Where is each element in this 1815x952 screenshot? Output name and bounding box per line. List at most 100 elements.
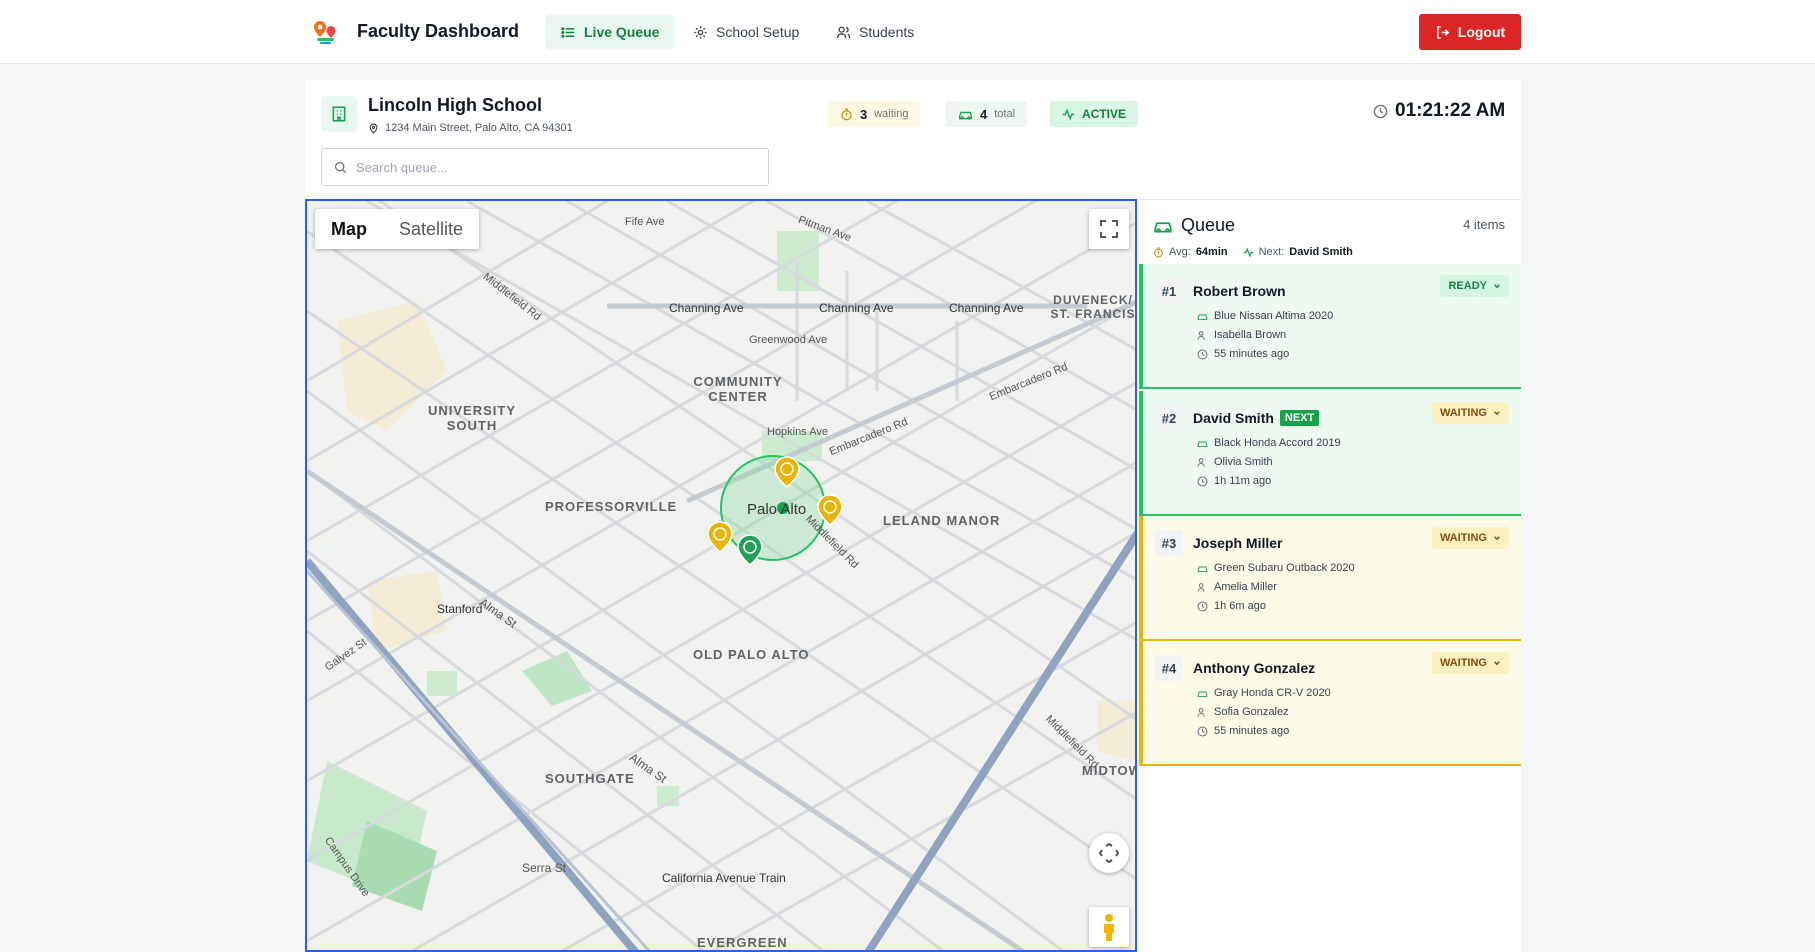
car-icon xyxy=(1197,565,1208,572)
street-view-button[interactable] xyxy=(1089,907,1129,947)
tab-label: Students xyxy=(859,24,915,40)
queue-item[interactable]: #2 David Smith NEXT WAITING Black Honda A… xyxy=(1139,391,1521,516)
app-title: Faculty Dashboard xyxy=(357,21,520,41)
vehicle-line: Green Subaru Outback 2020 xyxy=(1197,562,1355,574)
clock-time: 01:21:22 AM xyxy=(1395,100,1506,121)
users-icon xyxy=(1197,330,1205,340)
queue-meta: Avg: 64min Next: David Smith xyxy=(1153,246,1353,258)
time-line: 55 minutes ago xyxy=(1197,725,1289,737)
logout-label: Logout xyxy=(1457,24,1506,40)
timer-icon xyxy=(841,108,852,120)
map-label-serra: Serra St xyxy=(522,861,567,875)
map-label-university-south: UNIVERSITY SOUTH xyxy=(427,403,516,433)
student-line: Amelia Miller xyxy=(1197,581,1277,593)
map-label-channing-1: Channing Ave xyxy=(669,301,744,315)
chevron-down-icon xyxy=(1494,661,1500,666)
map-type-satellite[interactable]: Satellite xyxy=(383,209,479,249)
search-icon xyxy=(334,161,347,173)
gear-icon xyxy=(694,25,707,39)
location-logo-icon xyxy=(314,21,336,44)
status-badge: ACTIVE xyxy=(1050,101,1139,127)
map-type-control: Map Satellite xyxy=(315,209,480,249)
status-dropdown[interactable]: READY xyxy=(1440,275,1509,297)
users-icon xyxy=(1197,457,1205,467)
waiting-label: waiting xyxy=(874,108,909,120)
queue-position: #3 xyxy=(1155,530,1183,556)
chevron-down-icon xyxy=(1494,411,1500,416)
tab-label: School Setup xyxy=(716,24,800,40)
time-text: 55 minutes ago xyxy=(1214,348,1290,360)
chevron-down-icon xyxy=(1494,536,1500,541)
queue-title-text: Queue xyxy=(1181,215,1236,235)
recenter-button[interactable] xyxy=(1089,833,1129,873)
clock-icon xyxy=(1373,104,1388,118)
status-dropdown[interactable]: WAITING xyxy=(1431,402,1509,424)
student-text: Isabella Brown xyxy=(1214,329,1287,341)
timer-icon xyxy=(1154,246,1163,258)
car-marker-waiting[interactable] xyxy=(707,521,733,553)
next-label: Next: xyxy=(1258,246,1285,258)
vehicle-text: Blue Nissan Altima 2020 xyxy=(1214,310,1334,322)
users-icon xyxy=(1197,707,1205,717)
tab-live-queue[interactable]: Live Queue xyxy=(545,15,676,49)
activity-icon xyxy=(1062,107,1075,121)
queue-item[interactable]: #4 Anthony Gonzalez WAITING Gray Honda C… xyxy=(1139,641,1521,766)
queue-panel: Queue 4 items Avg: 64min Next: David Smi… xyxy=(1139,199,1521,952)
users-icon xyxy=(1197,582,1205,592)
fullscreen-icon xyxy=(1100,220,1118,238)
car-marker-waiting[interactable] xyxy=(774,456,800,488)
waiting-count: 3 xyxy=(860,106,868,122)
map-type-map[interactable]: Map xyxy=(315,209,383,249)
time-line: 55 minutes ago xyxy=(1197,348,1289,360)
recenter-icon xyxy=(1099,843,1119,863)
student-text: Sofia Gonzalez xyxy=(1214,706,1289,718)
queue-item[interactable]: #3 Joseph Miller WAITING Green Subaru Ou… xyxy=(1139,516,1521,641)
map-label-evergreen: EVERGREEN xyxy=(697,935,788,950)
map-label-fife: Fife Ave xyxy=(625,216,665,228)
queue-position: #4 xyxy=(1155,655,1183,681)
car-icon xyxy=(1197,440,1208,447)
status-text: WAITING xyxy=(1439,657,1487,669)
dashboard-card: Lincoln High School 1234 Main Street, Pa… xyxy=(305,80,1521,952)
status-text: WAITING xyxy=(1439,532,1487,544)
building-icon xyxy=(321,96,357,132)
tab-students[interactable]: Students xyxy=(820,15,930,49)
student-line: Sofia Gonzalez xyxy=(1197,706,1289,718)
map-label-professorville: PROFESSORVILLE xyxy=(545,499,678,514)
search-input[interactable]: Search queue... xyxy=(321,148,769,186)
total-count: 4 xyxy=(980,106,988,122)
status-text: ACTIVE xyxy=(1082,107,1127,121)
map-label-duveneck: DUVENECK/ ST. FRANCIS xyxy=(1050,293,1136,321)
search-placeholder: Search queue... xyxy=(356,159,448,175)
users-icon xyxy=(836,26,851,38)
car-marker-waiting[interactable] xyxy=(817,494,843,526)
time-line: 1h 6m ago xyxy=(1197,600,1266,612)
clock-icon xyxy=(1197,349,1208,359)
logout-icon xyxy=(1436,25,1449,39)
map-label-community-center: COMMUNITY CENTER xyxy=(693,374,783,404)
clock-icon xyxy=(1197,726,1208,736)
status-text: WAITING xyxy=(1439,407,1487,419)
queue-item[interactable]: #1 Robert Brown READY Blue Nissan Altima… xyxy=(1139,264,1521,389)
map-label-california-train: California Avenue Train xyxy=(662,871,786,885)
student-text: Amelia Miller xyxy=(1214,581,1277,593)
total-stat: 4 total xyxy=(946,101,1028,127)
map-label-southgate: SOUTHGATE xyxy=(545,771,635,786)
clock-icon xyxy=(1197,476,1208,486)
car-marker-ready[interactable] xyxy=(737,534,763,566)
top-nav: Faculty Dashboard Live Queue School Setu… xyxy=(0,0,1815,64)
status-dropdown[interactable]: WAITING xyxy=(1431,527,1509,549)
activity-icon xyxy=(1243,246,1253,258)
map-label-greenwood: Greenwood Ave xyxy=(749,334,828,346)
status-dropdown[interactable]: WAITING xyxy=(1431,652,1509,674)
fullscreen-button[interactable] xyxy=(1089,209,1129,249)
map-view[interactable]: Map Satellite Palo Alto PROFESSORVILLE L… xyxy=(305,199,1137,952)
parent-name: Anthony Gonzalez xyxy=(1193,660,1315,676)
logout-button[interactable]: Logout xyxy=(1419,14,1521,50)
vehicle-text: Gray Honda CR-V 2020 xyxy=(1214,687,1331,699)
next-badge: NEXT xyxy=(1279,410,1320,426)
clock-icon xyxy=(1197,601,1208,611)
queue-position: #2 xyxy=(1155,405,1183,431)
tab-school-setup[interactable]: School Setup xyxy=(677,15,815,49)
map-label-palo-alto: Palo Alto xyxy=(747,501,807,518)
